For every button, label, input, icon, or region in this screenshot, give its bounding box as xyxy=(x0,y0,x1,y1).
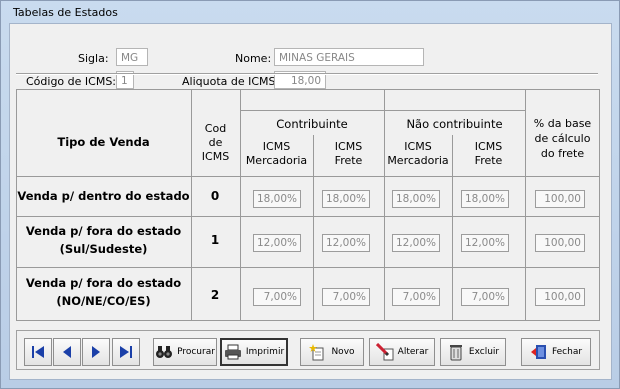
excluir-label: Excluir xyxy=(468,347,500,357)
edit-pencil-icon xyxy=(375,343,394,361)
nome-field[interactable]: MINAS GERAIS xyxy=(274,48,424,66)
cell-base-frete[interactable]: 100,00 xyxy=(535,234,585,252)
sigla-field[interactable]: MG xyxy=(116,48,148,66)
imprimir-label: Imprimir xyxy=(245,347,285,357)
binoculars-icon xyxy=(156,346,173,358)
first-icon xyxy=(32,346,44,358)
title-bar: Tabelas de Estados xyxy=(1,1,619,23)
cell-contrib-frete[interactable]: 7,00% xyxy=(322,288,370,306)
procurar-button[interactable]: Procurar xyxy=(153,338,217,366)
novo-button[interactable]: Novo xyxy=(300,338,364,366)
excluir-button[interactable]: Excluir xyxy=(440,338,506,366)
row-cod: 1 xyxy=(210,233,220,247)
imprimir-button[interactable]: Imprimir xyxy=(220,338,288,366)
previous-record-button[interactable] xyxy=(53,338,81,366)
exit-door-icon xyxy=(530,345,546,359)
cell-nao-contrib-frete[interactable]: 18,00% xyxy=(461,190,509,208)
printer-icon xyxy=(224,344,241,360)
alterar-label: Alterar xyxy=(397,347,429,357)
header-nao-contribuinte: Não contribuinte xyxy=(406,117,503,131)
cell-nao-contrib-frete[interactable]: 7,00% xyxy=(461,288,509,306)
cell-contrib-mercadoria[interactable]: 12,00% xyxy=(253,234,301,252)
nome-label: Nome: xyxy=(235,52,272,65)
cell-nao-contrib-mercadoria[interactable]: 12,00% xyxy=(392,234,440,252)
subheader-nao-contrib-mercadoria: ICMS Mercadoria xyxy=(387,140,449,167)
first-record-button[interactable] xyxy=(24,338,52,366)
sigla-label: Sigla: xyxy=(78,52,109,65)
cell-nao-contrib-mercadoria[interactable]: 7,00% xyxy=(392,288,440,306)
cell-nao-contrib-frete[interactable]: 12,00% xyxy=(461,234,509,252)
header-cod-icms: Cod de ICMS xyxy=(201,122,230,163)
previous-icon xyxy=(63,346,71,358)
fechar-label: Fechar xyxy=(551,347,583,357)
new-document-icon xyxy=(309,344,324,361)
row-label-dentro-estado: Venda p/ dentro do estado xyxy=(17,189,190,203)
next-icon xyxy=(92,346,100,358)
aliquota-icms-label: Aliquota de ICMS: xyxy=(182,75,280,88)
subheader-nao-contrib-frete: ICMS Frete xyxy=(474,140,503,167)
codigo-icms-label: Código de ICMS: xyxy=(26,75,117,88)
subheader-contrib-frete: ICMS Frete xyxy=(334,140,363,167)
next-record-button[interactable] xyxy=(82,338,110,366)
header-tipo-venda: Tipo de Venda xyxy=(57,135,150,149)
separator xyxy=(16,73,598,75)
subheader-contrib-mercadoria: ICMS Mercadoria xyxy=(245,140,308,167)
window-title: Tabelas de Estados xyxy=(13,6,118,19)
cell-base-frete[interactable]: 100,00 xyxy=(535,190,585,208)
cell-contrib-frete[interactable]: 12,00% xyxy=(322,234,370,252)
cell-contrib-frete[interactable]: 18,00% xyxy=(322,190,370,208)
fechar-button[interactable]: Fechar xyxy=(521,338,591,366)
trash-icon xyxy=(449,345,462,361)
alterar-button[interactable]: Alterar xyxy=(369,338,435,366)
novo-label: Novo xyxy=(331,347,355,357)
cell-base-frete[interactable]: 100,00 xyxy=(535,288,585,306)
cell-contrib-mercadoria[interactable]: 7,00% xyxy=(253,288,301,306)
row-cod: 2 xyxy=(210,288,220,302)
header-base-frete: % da base de cálculo do frete xyxy=(533,117,592,160)
cell-nao-contrib-mercadoria[interactable]: 18,00% xyxy=(392,190,440,208)
last-icon xyxy=(120,346,132,358)
row-label-fora-sul-sudeste: Venda p/ fora do estado (Sul/Sudeste) xyxy=(25,224,182,256)
row-label-fora-no-ne-co-es: Venda p/ fora do estado (NO/NE/CO/ES) xyxy=(25,276,182,308)
header-contribuinte: Contribuinte xyxy=(276,117,348,131)
cell-contrib-mercadoria[interactable]: 18,00% xyxy=(253,190,301,208)
procurar-label: Procurar xyxy=(177,347,215,357)
last-record-button[interactable] xyxy=(112,338,140,366)
row-cod: 0 xyxy=(210,189,220,203)
